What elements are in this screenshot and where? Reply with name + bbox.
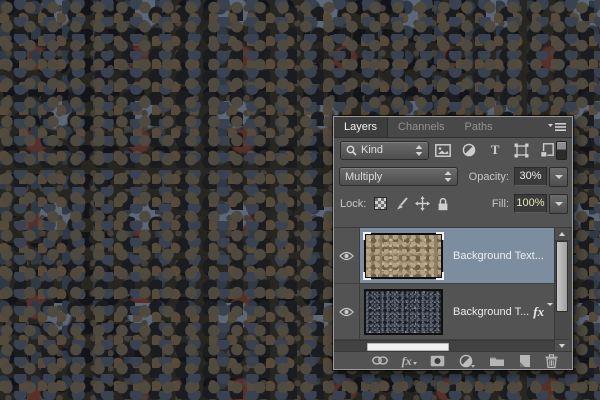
lock-buttons	[374, 196, 449, 212]
eye-icon	[339, 307, 354, 317]
filter-kind-dropdown[interactable]: Kind	[340, 141, 429, 160]
visibility-toggle[interactable]	[334, 228, 360, 283]
layer-name[interactable]: Background T...	[453, 306, 529, 318]
link-layers-button[interactable]	[372, 353, 388, 369]
layer-row-background-texture-2[interactable]: Background T... fx	[334, 284, 555, 340]
lock-transparency-icon[interactable]	[374, 197, 387, 210]
new-group-button[interactable]	[489, 353, 505, 369]
updown-arrows-icon	[444, 171, 452, 182]
filter-type-buttons: T	[435, 142, 556, 158]
blend-mode-row: Multiply Opacity: 30%	[334, 165, 572, 188]
layer-filter-row: Kind	[334, 138, 572, 162]
chevron-down-icon	[555, 175, 563, 179]
panel-tab-bar: Layers Channels Paths	[334, 117, 572, 138]
search-icon	[346, 145, 357, 156]
thumb-corner-bracket	[436, 272, 444, 280]
filter-adjustment-layers-icon[interactable]	[461, 142, 478, 158]
lock-label: Lock:	[340, 198, 366, 210]
blend-mode-dropdown[interactable]: Multiply	[339, 167, 458, 186]
tab-paths[interactable]: Paths	[455, 117, 503, 137]
lock-pixels-brush-icon[interactable]	[394, 196, 408, 212]
vertical-scrollbar[interactable]	[554, 228, 569, 352]
add-layer-style-button[interactable]: fx	[402, 353, 417, 369]
vertical-scrollbar-thumb[interactable]	[556, 241, 568, 312]
chevron-down-icon	[547, 303, 553, 318]
new-layer-button[interactable]	[518, 353, 531, 369]
opacity-value-field[interactable]: 30%	[514, 167, 547, 186]
fill-label: Fill:	[492, 198, 509, 210]
thumb-corner-bracket	[436, 232, 444, 240]
lock-row: Lock:	[334, 192, 572, 215]
opacity-slider-button[interactable]	[549, 167, 568, 187]
scroll-up-button[interactable]	[555, 228, 569, 241]
layers-panel: Layers Channels Paths	[333, 116, 573, 370]
blend-mode-value: Multiply	[345, 171, 382, 183]
layer-fx-badge: fx	[533, 304, 544, 320]
layer-row-content[interactable]: Background T... fx	[360, 284, 555, 339]
fill-value-field[interactable]: 100%	[514, 194, 547, 213]
filter-kind-value: Kind	[361, 144, 383, 156]
layer-list: Background Text... Background T... fx	[334, 227, 572, 352]
layer-thumbnail[interactable]	[364, 289, 443, 335]
opacity-label: Opacity:	[469, 171, 509, 183]
collapse-effects-button[interactable]	[547, 306, 553, 318]
chevron-down-icon	[413, 362, 417, 365]
tab-layers[interactable]: Layers	[334, 117, 388, 137]
thumb-corner-bracket	[363, 232, 371, 240]
eye-icon	[339, 251, 354, 261]
panel-menu-button[interactable]	[548, 117, 572, 137]
visibility-toggle[interactable]	[334, 284, 360, 339]
new-adjustment-layer-button[interactable]	[459, 353, 475, 369]
lock-all-padlock-icon[interactable]	[437, 196, 449, 212]
layers-bottom-toolbar: fx	[334, 351, 572, 369]
filter-shape-layers-icon[interactable]	[513, 142, 530, 158]
layer-name[interactable]: Background Text...	[453, 250, 544, 262]
lock-position-move-icon[interactable]	[415, 196, 430, 212]
chevron-down-icon	[555, 202, 563, 206]
layer-row-content[interactable]: Background Text...	[360, 228, 555, 283]
filter-type-layers-icon[interactable]: T	[487, 142, 504, 158]
filter-pixel-layers-icon[interactable]	[435, 142, 452, 158]
add-layer-mask-button[interactable]	[430, 353, 445, 369]
triangle-up-icon	[559, 232, 565, 236]
triangle-down-icon	[559, 344, 565, 348]
layer-thumbnail[interactable]	[364, 233, 443, 279]
updown-arrows-icon	[415, 145, 423, 156]
filter-smart-objects-icon[interactable]	[539, 142, 556, 158]
thumb-corner-bracket	[363, 272, 371, 280]
delete-layer-trash-button[interactable]	[545, 353, 558, 369]
panel-menu-icon	[548, 122, 566, 132]
canvas-gravel-texture: Layers Channels Paths	[0, 0, 600, 400]
layer-row-background-texture-1[interactable]: Background Text...	[334, 228, 555, 284]
layer-filtering-toggle[interactable]	[556, 141, 567, 160]
horizontal-scrollbar-thumb[interactable]	[367, 343, 449, 351]
fill-slider-button[interactable]	[549, 194, 568, 214]
tab-channels[interactable]: Channels	[388, 117, 454, 137]
